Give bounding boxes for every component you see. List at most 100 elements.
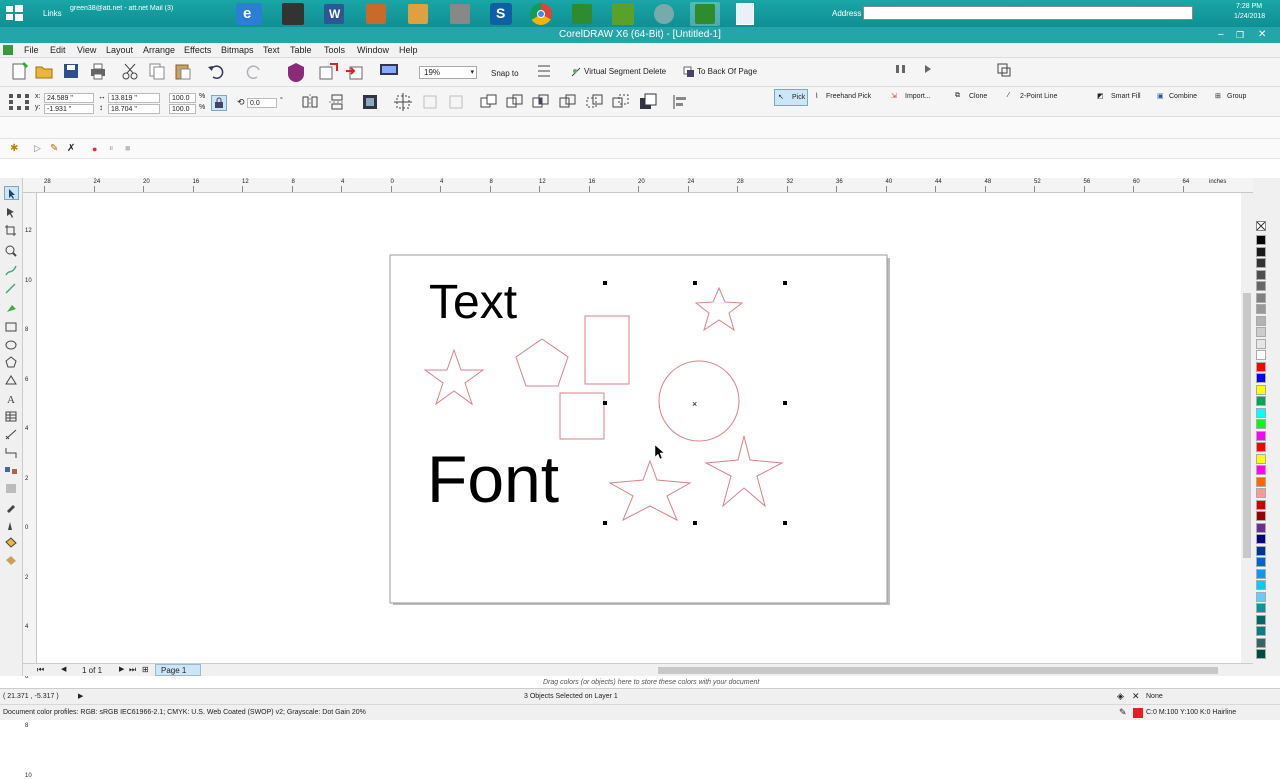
palette-swatch[interactable]: [1256, 384, 1266, 395]
record-macro-icon[interactable]: ●: [92, 144, 97, 154]
menu-effects[interactable]: Effects: [184, 45, 211, 55]
connector-tool-icon[interactable]: [4, 446, 19, 460]
h-scroll-thumb[interactable]: [658, 667, 1218, 674]
back-minus-front-icon[interactable]: [611, 92, 633, 113]
two-point-line-button[interactable]: ⁄ 2-Point Line: [1005, 89, 1067, 106]
start-button[interactable]: [4, 4, 24, 22]
palette-swatch[interactable]: [1256, 637, 1266, 648]
palette-swatch[interactable]: [1256, 338, 1266, 349]
palette-swatch[interactable]: [1256, 488, 1266, 498]
polygon-tool-icon[interactable]: [4, 356, 19, 370]
palette-swatch[interactable]: [1256, 430, 1266, 441]
pause-icon[interactable]: [893, 61, 915, 82]
horizontal-ruler[interactable]: 28 24 20 16 12 8 4 0 4 8 12 16 20 24 28 32 36 40 44 48 52 56 6…: [23, 178, 1253, 193]
mirror-vertical-icon[interactable]: [327, 92, 349, 113]
smart-fill-tool-icon[interactable]: [4, 302, 19, 316]
combine-button[interactable]: ▣ Combine: [1154, 89, 1204, 106]
menu-help[interactable]: Help: [399, 45, 418, 55]
palette-swatch[interactable]: [1256, 292, 1266, 303]
outline-status[interactable]: C:0 M:100 Y:100 K:0 Hairline: [1146, 709, 1236, 716]
prev-page-icon[interactable]: ◀: [61, 665, 66, 673]
palette-swatch[interactable]: [1256, 568, 1266, 579]
macro-manager-icon[interactable]: ✱: [10, 143, 18, 154]
open-folder-icon[interactable]: [34, 61, 56, 82]
crop-tool-icon[interactable]: [4, 224, 19, 238]
weld-icon[interactable]: [479, 92, 501, 113]
paste-icon[interactable]: [173, 61, 195, 82]
scale-y-field[interactable]: 100.0: [169, 104, 196, 114]
skype-taskbar-icon[interactable]: S: [490, 3, 512, 25]
clone-button[interactable]: ⧉ Clone: [952, 89, 992, 106]
zoom-tool-icon[interactable]: [4, 244, 19, 258]
options-icon[interactable]: [534, 61, 556, 82]
horizontal-scrollbar[interactable]: [646, 665, 1243, 675]
smart-fill-button[interactable]: ◩ Smart Fill: [1094, 89, 1146, 106]
palette-swatch[interactable]: [1256, 453, 1266, 464]
address-field[interactable]: [863, 6, 1193, 20]
add-page-icon[interactable]: ⊞: [142, 665, 149, 674]
palette-swatch[interactable]: [1256, 304, 1266, 314]
print-taskbar-icon[interactable]: [450, 4, 470, 24]
connect-taskbar-icon[interactable]: [654, 4, 674, 24]
pause-macro-icon[interactable]: ⏸: [109, 143, 114, 154]
links-label[interactable]: Links: [43, 9, 62, 18]
palette-swatch[interactable]: [1256, 373, 1266, 383]
corel-connect-icon[interactable]: [285, 61, 307, 82]
minimize-button[interactable]: –: [1218, 27, 1224, 43]
vertical-ruler[interactable]: 12 10 8 6 4 2 0 2 4 6 8 10: [23, 193, 37, 779]
text-object-font[interactable]: Font: [427, 442, 559, 516]
coreldraw-active-taskbar-icon[interactable]: [690, 2, 720, 26]
palette-swatch[interactable]: [1256, 350, 1266, 360]
shape-tool-icon[interactable]: [4, 206, 19, 220]
menu-window[interactable]: Window: [357, 45, 389, 55]
paint-taskbar-icon[interactable]: [366, 4, 386, 24]
zoom-level-field[interactable]: 19% ▾: [419, 66, 477, 79]
scale-x-field[interactable]: 100.0: [169, 93, 196, 103]
menu-view[interactable]: View: [77, 45, 96, 55]
blend-tool-icon[interactable]: [4, 464, 19, 478]
trim-icon[interactable]: [505, 92, 527, 113]
mail-link[interactable]: green38@att.net - att.net Mail (3): [70, 5, 210, 12]
object-origin-icon[interactable]: [8, 93, 30, 111]
clock-time[interactable]: 7:28 PM: [1236, 3, 1262, 10]
palette-swatch[interactable]: [1256, 511, 1266, 521]
new-document-icon[interactable]: [9, 61, 31, 82]
palette-swatch[interactable]: [1256, 522, 1266, 533]
order-icon[interactable]: [393, 92, 415, 113]
clock-date[interactable]: 1/24/2018: [1234, 13, 1265, 20]
to-back-of-page-button[interactable]: To Back Of Page: [683, 65, 763, 79]
chrome-taskbar-icon[interactable]: [530, 3, 552, 25]
coreldraw-leaf-taskbar-icon[interactable]: [612, 3, 634, 25]
import-button[interactable]: ⇲ Import...: [888, 89, 940, 106]
palette-swatch[interactable]: [1256, 327, 1266, 337]
pick-tool-icon[interactable]: [4, 186, 19, 200]
group-button[interactable]: ⊞ Group: [1212, 89, 1257, 106]
drawing-canvas[interactable]: Text Font ×: [37, 193, 1241, 663]
publish-icon[interactable]: [378, 61, 400, 82]
basic-shapes-icon[interactable]: [4, 374, 19, 388]
menu-tools[interactable]: Tools: [324, 45, 345, 55]
palette-swatch[interactable]: [1256, 545, 1266, 556]
media-taskbar-icon[interactable]: [282, 3, 304, 25]
close-button[interactable]: ✕: [1258, 27, 1266, 43]
fill-status[interactable]: None: [1146, 693, 1163, 700]
save-icon[interactable]: [61, 61, 83, 82]
import-icon[interactable]: [318, 61, 340, 82]
palette-swatch[interactable]: [1256, 235, 1266, 245]
x-position-field[interactable]: 24.589 ": [44, 93, 94, 103]
group-disabled-icon[interactable]: [420, 92, 442, 113]
palette-swatch[interactable]: [1256, 361, 1266, 372]
menu-edit[interactable]: Edit: [50, 45, 66, 55]
palette-swatch[interactable]: [1256, 614, 1266, 625]
transparency-tool-icon[interactable]: [4, 482, 19, 496]
menu-file[interactable]: File: [24, 45, 39, 55]
rectangle-tool-icon[interactable]: [4, 320, 19, 334]
interactive-fill-icon[interactable]: [4, 554, 19, 568]
palette-swatch[interactable]: [1256, 534, 1266, 544]
y-position-field[interactable]: -1.931 ": [44, 104, 94, 114]
color-profiles[interactable]: Document color profiles: RGB: sRGB IEC61…: [3, 709, 366, 716]
palette-swatch[interactable]: [1256, 407, 1266, 418]
parallel-dimension-icon[interactable]: [4, 428, 19, 442]
simplify-icon[interactable]: [558, 92, 580, 113]
menu-bitmaps[interactable]: Bitmaps: [221, 45, 254, 55]
